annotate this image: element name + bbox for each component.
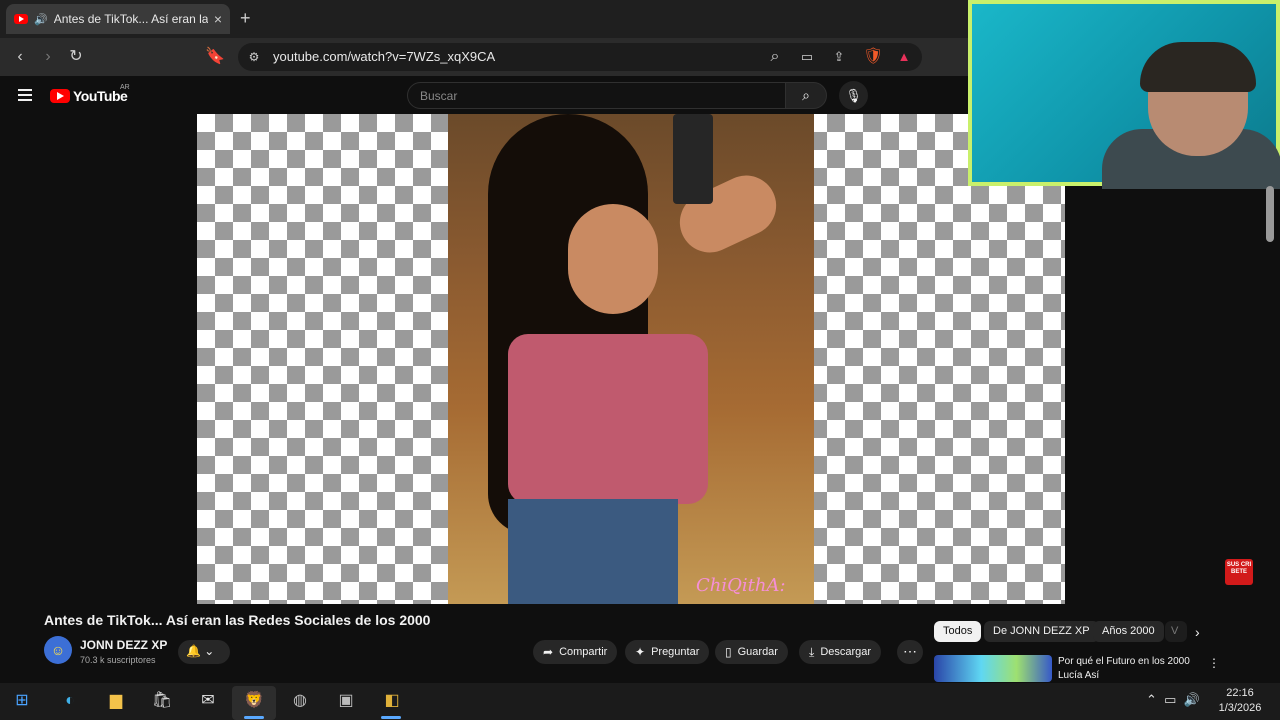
recommendation-channel[interactable]: Lucía Así xyxy=(1058,670,1099,681)
recommendation-menu-icon[interactable]: ⋮ xyxy=(1208,656,1220,670)
ask-label: Preguntar xyxy=(651,646,700,658)
edge-browser-icon[interactable]: ◐ xyxy=(57,689,83,713)
search-button[interactable]: ⌕ xyxy=(785,82,827,109)
site-settings-icon[interactable]: ⚙ xyxy=(244,47,264,67)
sparkle-icon: ✦ xyxy=(635,645,646,659)
bookmark-page-icon[interactable]: 🔖 xyxy=(205,47,225,67)
recommendation-thumbnail[interactable] xyxy=(934,655,1052,682)
hamburger-menu-icon[interactable] xyxy=(18,89,32,101)
ask-button[interactable]: ✦ Preguntar xyxy=(625,640,710,664)
windows-taskbar xyxy=(0,683,1280,720)
clock-date: 1/3/2026 xyxy=(1218,702,1262,714)
download-label: Descargar xyxy=(820,646,872,658)
new-tab-button[interactable]: + xyxy=(240,8,251,29)
youtube-favicon-icon xyxy=(14,14,28,24)
back-icon[interactable]: ‹ xyxy=(10,47,30,67)
chip-all[interactable]: Todos xyxy=(934,621,982,642)
subscribe-badge[interactable]: SUS CRI BETE xyxy=(1225,559,1253,585)
chip-2000s[interactable]: Años 2000 xyxy=(1093,621,1164,642)
network-icon[interactable]: ▭ xyxy=(1164,692,1176,707)
webcam-hair xyxy=(1140,42,1256,92)
tray-chevron-up-icon[interactable]: ⌃ xyxy=(1146,692,1157,707)
photo-phone xyxy=(673,114,713,204)
save-label: Guardar xyxy=(737,646,778,658)
photo-face xyxy=(568,204,658,314)
app-icon-window[interactable]: ▣ xyxy=(333,689,359,713)
taskbar-clock[interactable]: 22:16 1/3/2026 xyxy=(1212,686,1268,716)
speaker-icon[interactable]: 🔊 xyxy=(34,13,48,26)
chips-next-icon[interactable]: › xyxy=(1195,624,1200,640)
browser-tab[interactable]: 🔊 Antes de TikTok... Así eran las × xyxy=(6,4,230,34)
video-title: Antes de TikTok... Así eran las Redes So… xyxy=(44,612,431,628)
volume-icon[interactable]: 🔊 xyxy=(1184,692,1200,707)
page-scrollbar[interactable] xyxy=(1266,186,1274,242)
brave-rewards-icon[interactable]: ▲ xyxy=(894,47,914,67)
forward-icon[interactable]: › xyxy=(38,47,58,67)
chip-channel[interactable]: De JONN DEZZ XP xyxy=(984,621,1099,642)
voice-search-button[interactable]: 🎙 xyxy=(839,81,868,110)
zoom-icon[interactable]: ⌕ xyxy=(765,47,785,67)
search-input[interactable]: Buscar xyxy=(407,82,786,109)
system-tray[interactable]: ⌃ ▭ 🔊 xyxy=(1146,692,1200,708)
bell-icon: 🔔 xyxy=(186,644,201,658)
mail-icon[interactable]: ✉ xyxy=(195,689,221,713)
reload-icon[interactable]: ↻ xyxy=(66,47,86,67)
download-button[interactable]: ⤓ Descargar xyxy=(799,640,882,664)
tab-title: Antes de TikTok... Así eran las xyxy=(53,12,208,26)
taskbar-active-indicator-2 xyxy=(381,716,401,719)
share-label: Compartir xyxy=(559,646,608,658)
download-icon: ⤓ xyxy=(809,644,815,659)
recommendation-title[interactable]: Por qué el Futuro en los 2000 xyxy=(1058,656,1190,667)
cast-icon[interactable]: ▭ xyxy=(797,47,817,67)
windows-start-icon[interactable]: ⊞ xyxy=(9,689,35,713)
share-page-icon[interactable]: ⇪ xyxy=(829,47,849,67)
url-text[interactable]: youtube.com/watch?v=7WZs_xqX9CA xyxy=(273,49,495,64)
video-photo-frame xyxy=(448,114,814,604)
app-icon-recorder[interactable]: ◧ xyxy=(379,689,405,713)
chip-partial[interactable]: V xyxy=(1165,621,1187,642)
share-icon: ➦ xyxy=(543,645,554,659)
notification-bell-button[interactable]: 🔔 ⌄ xyxy=(178,640,230,664)
more-actions-button[interactable]: ⋯ xyxy=(897,640,923,664)
store-icon[interactable]: 🛍 xyxy=(149,689,175,713)
channel-avatar[interactable]: ☺ xyxy=(44,636,72,664)
youtube-logo[interactable]: YouTube AR xyxy=(50,84,130,104)
photo-jeans xyxy=(508,499,678,604)
app-icon-disc[interactable]: ◍ xyxy=(287,689,313,713)
file-explorer-icon[interactable]: ▆ xyxy=(103,689,129,713)
save-button[interactable]: ▯ Guardar xyxy=(715,640,788,664)
subscriber-count: 70.3 k suscriptores xyxy=(80,655,156,665)
photo-shirt xyxy=(508,334,708,504)
chevron-down-icon: ⌄ xyxy=(204,644,215,658)
search-icon: ⌕ xyxy=(802,87,810,103)
bookmark-icon: ▯ xyxy=(725,645,732,659)
microphone-icon: 🎙 xyxy=(845,88,862,103)
country-code: AR xyxy=(120,84,130,91)
brave-shield-icon[interactable]: 🛡 xyxy=(863,47,883,67)
webcam-overlay xyxy=(968,0,1280,189)
share-button[interactable]: ➦ Compartir xyxy=(533,640,618,664)
video-overlay-text: ChiQithA: xyxy=(696,575,786,596)
channel-name[interactable]: JONN DEZZ XP xyxy=(80,638,167,652)
youtube-play-icon xyxy=(50,89,70,103)
brave-browser-icon[interactable]: 🦁 xyxy=(241,689,267,713)
clock-time: 22:16 xyxy=(1226,687,1254,699)
taskbar-active-indicator xyxy=(244,716,264,719)
tab-close-icon[interactable]: × xyxy=(214,11,222,27)
